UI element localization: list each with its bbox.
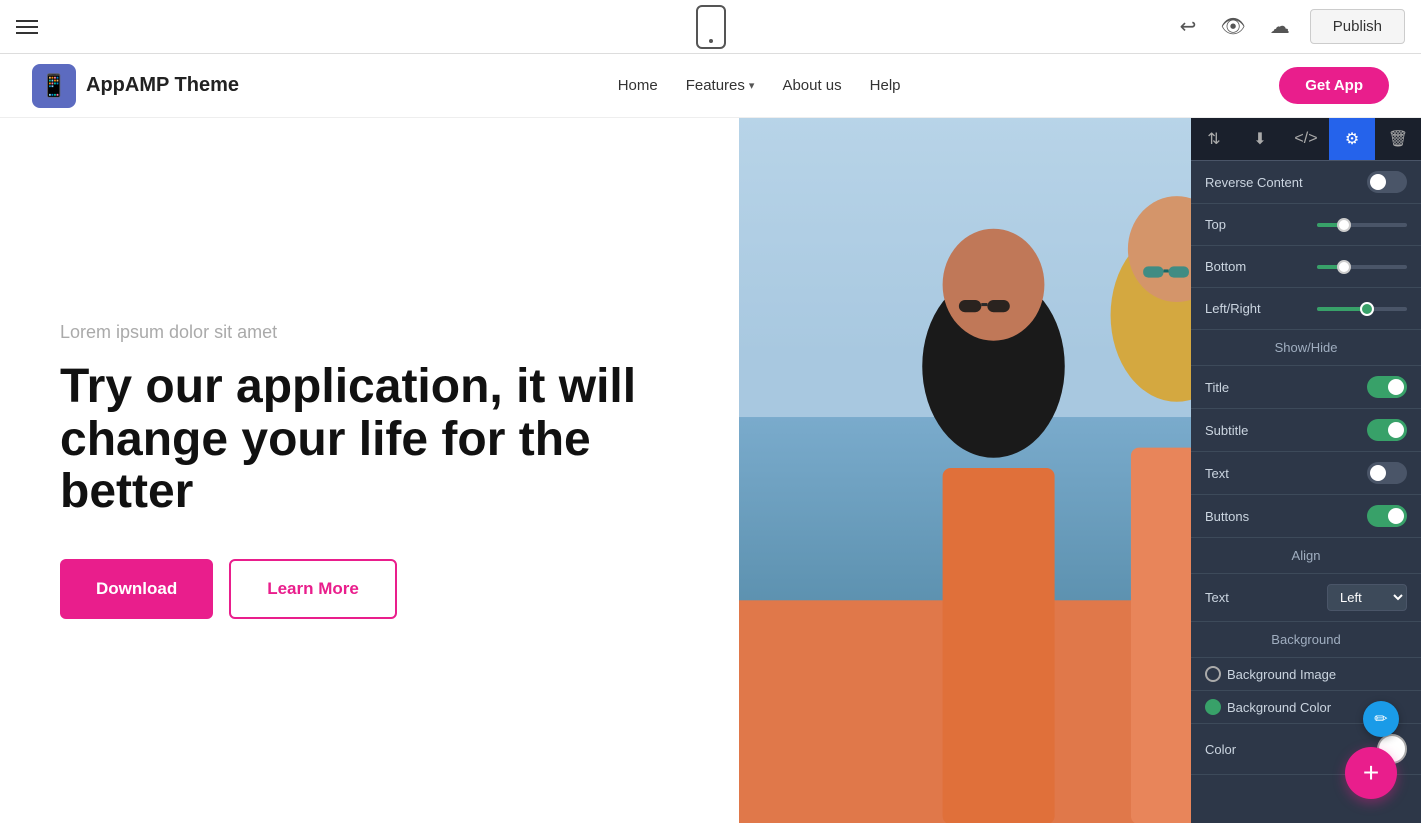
- text-row: Text: [1191, 452, 1421, 495]
- cloud-upload-icon[interactable]: ☁: [1266, 10, 1294, 43]
- title-label: Title: [1205, 380, 1229, 395]
- buttons-toggle[interactable]: [1367, 505, 1407, 527]
- add-fab-button[interactable]: +: [1345, 747, 1397, 799]
- align-text-select[interactable]: Left Center Right: [1327, 584, 1407, 611]
- delete-icon[interactable]: 🗑: [1375, 118, 1421, 160]
- nav-link-home[interactable]: Home: [618, 77, 658, 94]
- download-button[interactable]: Download: [60, 559, 213, 619]
- eye-icon[interactable]: 👁: [1216, 10, 1249, 43]
- subtitle-label: Subtitle: [1205, 423, 1248, 438]
- hero-left: Lorem ipsum dolor sit amet Try our appli…: [0, 118, 739, 823]
- buttons-label: Buttons: [1205, 509, 1249, 524]
- color-label: Color: [1205, 742, 1236, 757]
- bg-image-label: Background Image: [1227, 667, 1336, 682]
- align-section: Align: [1191, 538, 1421, 574]
- hero-buttons: Download Learn More: [60, 559, 679, 619]
- top-row: Top: [1191, 204, 1421, 246]
- reverse-content-toggle[interactable]: [1367, 171, 1407, 193]
- subtitle-toggle[interactable]: [1367, 419, 1407, 441]
- text-toggle[interactable]: [1367, 462, 1407, 484]
- get-app-button[interactable]: Get App: [1279, 67, 1389, 104]
- top-toolbar: ↩ 👁 ☁ Publish: [0, 0, 1421, 54]
- main-area: Lorem ipsum dolor sit amet Try our appli…: [0, 118, 1421, 823]
- left-right-row: Left/Right: [1191, 288, 1421, 330]
- left-right-slider[interactable]: [1317, 307, 1407, 311]
- learn-more-button[interactable]: Learn More: [229, 559, 397, 619]
- title-toggle[interactable]: [1367, 376, 1407, 398]
- bg-image-radio[interactable]: [1205, 666, 1221, 682]
- bg-color-label: Background Color: [1227, 700, 1331, 715]
- hero-subtitle: Lorem ipsum dolor sit amet: [60, 322, 679, 343]
- show-hide-section: Show/Hide: [1191, 330, 1421, 366]
- toolbar-left: [16, 20, 38, 34]
- background-section: Background: [1191, 622, 1421, 658]
- code-icon[interactable]: </>: [1283, 118, 1329, 160]
- logo-icon: 📱: [32, 64, 76, 108]
- top-slider[interactable]: [1317, 223, 1407, 227]
- nav-link-features[interactable]: Features ▾: [686, 77, 755, 94]
- logo-text: AppAMP Theme: [86, 74, 239, 97]
- undo-button[interactable]: ↩: [1176, 10, 1201, 43]
- toolbar-center: [696, 5, 726, 49]
- bottom-slider[interactable]: [1317, 265, 1407, 269]
- hamburger-icon[interactable]: [16, 20, 38, 34]
- hero-title: Try our application, it will change your…: [60, 361, 679, 519]
- mobile-icon-dot: [709, 39, 713, 43]
- reverse-content-row: Reverse Content: [1191, 161, 1421, 204]
- edit-fab-button[interactable]: ✏: [1363, 701, 1399, 737]
- bg-image-row: Background Image: [1191, 658, 1421, 691]
- left-right-label: Left/Right: [1205, 301, 1261, 316]
- title-row: Title: [1191, 366, 1421, 409]
- subtitle-row: Subtitle: [1191, 409, 1421, 452]
- nav-bar: 📱 AppAMP Theme Home Features ▾ About us …: [0, 54, 1421, 118]
- top-label: Top: [1205, 217, 1226, 232]
- nav-logo: 📱 AppAMP Theme: [32, 64, 239, 108]
- chevron-down-icon: ▾: [749, 79, 755, 92]
- mobile-view-icon[interactable]: [696, 5, 726, 49]
- bg-color-radio[interactable]: [1205, 699, 1221, 715]
- toolbar-right: ↩ 👁 ☁ Publish: [1176, 9, 1405, 44]
- publish-button[interactable]: Publish: [1310, 9, 1405, 44]
- align-text-label: Text: [1205, 590, 1229, 605]
- buttons-row: Buttons: [1191, 495, 1421, 538]
- nav-link-help[interactable]: Help: [870, 77, 901, 94]
- settings-icon[interactable]: ⚙: [1329, 118, 1375, 160]
- text-label: Text: [1205, 466, 1229, 481]
- reverse-content-label: Reverse Content: [1205, 175, 1303, 190]
- align-text-row: Text Left Center Right: [1191, 574, 1421, 622]
- nav-link-about[interactable]: About us: [782, 77, 841, 94]
- bottom-label: Bottom: [1205, 259, 1246, 274]
- features-label: Features: [686, 77, 745, 94]
- nav-links: Home Features ▾ About us Help: [618, 77, 901, 94]
- sort-icon[interactable]: ⇅: [1191, 118, 1237, 160]
- bottom-row: Bottom: [1191, 246, 1421, 288]
- download-panel-icon[interactable]: ⬇: [1237, 118, 1283, 160]
- panel-toolbar: ⇅ ⬇ </> ⚙ 🗑: [1191, 118, 1421, 161]
